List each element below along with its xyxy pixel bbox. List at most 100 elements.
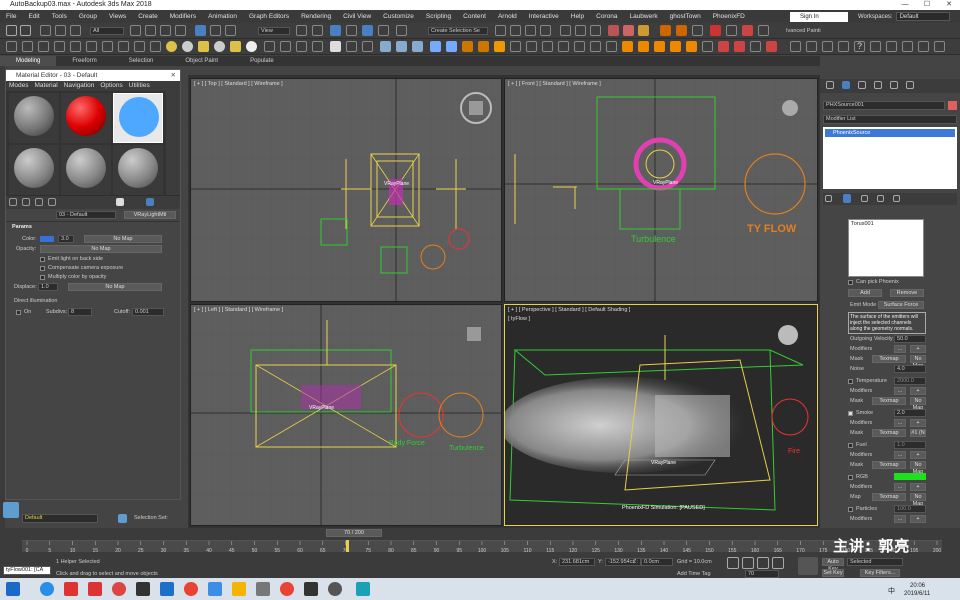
schematic-view-icon[interactable]: [575, 25, 586, 36]
toolbar-icon-52[interactable]: [838, 41, 849, 52]
vray-light-icon[interactable]: [742, 25, 753, 36]
cutoff-field[interactable]: 0.001: [132, 308, 164, 316]
toolbar-icon-19[interactable]: [296, 41, 307, 52]
viewport-front-label[interactable]: [ + ] [ Front ] [ Standard ] [ Wireframe…: [508, 81, 601, 87]
toolbar-icon-49[interactable]: [790, 41, 801, 52]
modifiers-button[interactable]: ...: [894, 387, 906, 395]
can-pick-phoenix-checkbox[interactable]: [848, 280, 853, 285]
modifier-list-dropdown[interactable]: Modifier List: [823, 115, 957, 124]
select-object-icon[interactable]: [130, 25, 141, 36]
modifiers-add-button[interactable]: +: [910, 515, 926, 523]
toolbar-icon-17[interactable]: [264, 41, 275, 52]
multiply-opacity-checkbox[interactable]: [40, 275, 45, 280]
phoenix-source-icon[interactable]: [692, 25, 703, 36]
vray-plane-icon[interactable]: [758, 25, 769, 36]
named-selection-dropdown[interactable]: Create Selection Se: [428, 27, 488, 35]
put-material-icon[interactable]: [22, 198, 30, 206]
current-time-marker[interactable]: [346, 540, 349, 552]
taskbar-app-icon[interactable]: [304, 582, 318, 596]
sample-slot-6[interactable]: [113, 145, 163, 195]
chrome-icon[interactable]: [184, 582, 198, 596]
toolbar-icon-7[interactable]: [102, 41, 113, 52]
redo-icon[interactable]: [20, 25, 31, 36]
toolbar-icon-51[interactable]: [822, 41, 833, 52]
select-by-name-icon[interactable]: [145, 25, 156, 36]
pause-icon[interactable]: [574, 41, 585, 52]
toolbar-icon-45[interactable]: [718, 41, 729, 52]
angle-snap-icon[interactable]: [346, 25, 357, 36]
menu-scripting[interactable]: Scripting: [420, 10, 457, 23]
sample-slot-5[interactable]: [61, 145, 111, 195]
select-manipulate-icon[interactable]: [312, 25, 323, 36]
phoenix-fire-icon[interactable]: [660, 25, 671, 36]
sign-in-button[interactable]: Sign In: [790, 12, 848, 22]
mask-texmap-dropdown[interactable]: Texmap: [872, 461, 906, 469]
utilities-tab-icon[interactable]: [906, 81, 914, 89]
tab-object-paint[interactable]: Object Paint: [169, 56, 234, 66]
sphere-icon[interactable]: [214, 41, 225, 52]
outgoing-velocity-field[interactable]: 50.0: [894, 335, 926, 343]
viewport-top[interactable]: [ + ] [ Top ] [ Standard ] [ Wireframe ]…: [190, 78, 502, 302]
toggle-layer-explorer-icon[interactable]: [540, 25, 551, 36]
toolbar-icon-28[interactable]: [446, 41, 457, 52]
maxscript-listener[interactable]: tyFlow001: [CA: [3, 566, 51, 575]
displace-field[interactable]: 1.0: [38, 283, 58, 291]
auto-key-button[interactable]: Auto Key: [822, 558, 844, 572]
toggle-scene-explorer-icon[interactable]: [525, 25, 536, 36]
toolbar-icon-10[interactable]: [150, 41, 161, 52]
close-button[interactable]: ✕: [938, 0, 960, 10]
toolbar-icon-31[interactable]: [494, 41, 505, 52]
play-icon[interactable]: [558, 41, 569, 52]
rgb-checkbox[interactable]: [848, 475, 853, 480]
vray-render-icon[interactable]: [710, 25, 721, 36]
taskbar-app-icon[interactable]: [136, 582, 150, 596]
remove-button[interactable]: Remove: [890, 289, 924, 297]
toolbar-icon-18[interactable]: [280, 41, 291, 52]
move-icon[interactable]: [195, 25, 206, 36]
play-animation-icon[interactable]: [757, 557, 769, 569]
toolbar-icon-48[interactable]: [766, 41, 777, 52]
modifiers-add-button[interactable]: +: [910, 483, 926, 491]
modifiers-add-button[interactable]: +: [910, 451, 926, 459]
make-unique-icon[interactable]: [861, 195, 868, 202]
viewport-layout-icon[interactable]: [3, 502, 19, 518]
viewport-top-label[interactable]: [ + ] [ Top ] [ Standard ] [ Wireframe ]: [194, 81, 283, 87]
displace-map-button[interactable]: No Map: [68, 283, 162, 291]
stop-icon[interactable]: [590, 41, 601, 52]
go-to-start-icon[interactable]: [727, 557, 739, 569]
tab-modeling[interactable]: Modeling: [0, 56, 57, 66]
emit-back-checkbox[interactable]: [40, 257, 45, 262]
emitter-list-item[interactable]: Torus001: [849, 221, 874, 227]
menu-file[interactable]: File: [0, 10, 22, 23]
ambient-light-icon[interactable]: [246, 41, 257, 52]
taskbar-app-icon[interactable]: [88, 582, 102, 596]
mat-menu-navigation[interactable]: Navigation: [61, 82, 98, 89]
viewport-perspective[interactable]: [ + ] [ Perspective ] [ Standard ] [ Def…: [504, 304, 818, 526]
toolbar-icon-21[interactable]: [330, 41, 341, 52]
menu-corona[interactable]: Corona: [590, 10, 623, 23]
tab-freeform[interactable]: Freeform: [56, 56, 112, 66]
selection-filter-dropdown[interactable]: All: [90, 27, 124, 35]
unlink-icon[interactable]: [55, 25, 66, 36]
pivot-icon[interactable]: [296, 25, 307, 36]
toolbar-icon-50[interactable]: [806, 41, 817, 52]
temperature-field[interactable]: 2000.0: [894, 377, 926, 385]
menu-civil-view[interactable]: Civil View: [337, 10, 377, 23]
toolbar-icon-32[interactable]: [510, 41, 521, 52]
menu-interactive[interactable]: Interactive: [523, 10, 565, 23]
rectangular-selection-icon[interactable]: [160, 25, 171, 36]
workspaces-value[interactable]: Default: [895, 12, 950, 21]
smoke-icon[interactable]: [654, 41, 665, 52]
modifiers-add-button[interactable]: +: [910, 419, 926, 427]
toolbar-icon-47[interactable]: [750, 41, 761, 52]
tab-populate[interactable]: Populate: [234, 56, 290, 66]
key-filters-button[interactable]: Key Filters...: [860, 569, 900, 577]
color-multiplier-field[interactable]: 3.0: [58, 235, 74, 243]
material-editor-icon[interactable]: [590, 25, 601, 36]
toolbar-icon-38[interactable]: [606, 41, 617, 52]
taskbar-app-icon[interactable]: [328, 582, 342, 596]
params-header[interactable]: Params: [12, 224, 32, 230]
foam-icon[interactable]: [686, 41, 697, 52]
object-color-swatch[interactable]: [948, 101, 957, 110]
noise-field[interactable]: 4.0: [894, 365, 926, 373]
